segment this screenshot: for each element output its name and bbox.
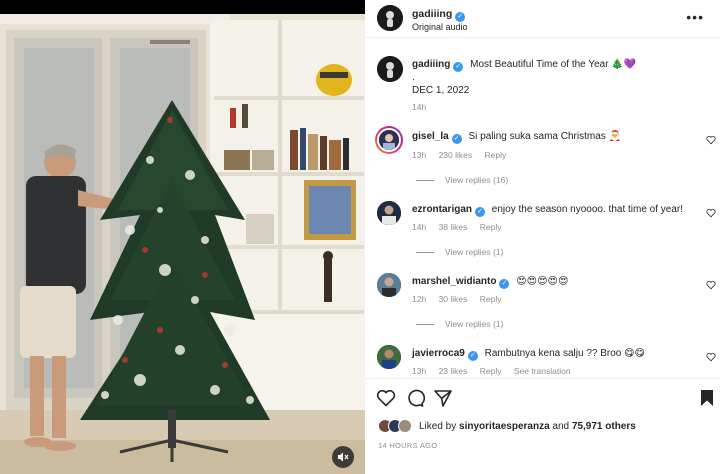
- comment-text: Si paling suka sama Christmas 🎅: [468, 131, 621, 142]
- view-replies-button[interactable]: View replies (16): [416, 175, 508, 185]
- comment-likes[interactable]: 23 likes: [439, 366, 468, 376]
- caption-date: DEC 1, 2022: [412, 85, 470, 96]
- comment-meta: 12h 30 likes Reply: [412, 294, 512, 304]
- liked-by-text: Liked by sinyoritaesperanza and 75,971 o…: [419, 421, 636, 432]
- comment-like-heart-icon[interactable]: [706, 280, 716, 290]
- liked-by-user[interactable]: sinyoritaesperanza: [459, 421, 550, 432]
- replies-divider: [416, 324, 434, 326]
- video-frame-christmas-tree: [0, 0, 365, 474]
- liked-by-avatars[interactable]: [378, 419, 418, 433]
- comment-meta: 13h 23 likes Reply See translation: [412, 366, 581, 376]
- instagram-post: gadiiing ✓ Original audio ••• gadiiing ✓ M…: [0, 0, 720, 474]
- comment-meta: 14h 38 likes Reply: [412, 222, 512, 232]
- caption-line: gadiiing ✓ Most Beautiful Time of the Yea…: [412, 59, 636, 72]
- caption-avatar-image: [377, 56, 403, 82]
- reply-button[interactable]: Reply: [480, 294, 502, 304]
- liked-by-conj: and: [552, 421, 570, 432]
- author-avatar[interactable]: [377, 5, 403, 31]
- comment-username[interactable]: ezrontarigan: [412, 204, 472, 215]
- comment-avatar-image: [377, 273, 401, 297]
- comment-avatar[interactable]: [377, 273, 401, 297]
- comment-avatar-image: [379, 130, 399, 150]
- post-details-panel: gadiiing ✓ Original audio ••• gadiiing ✓ M…: [365, 0, 720, 474]
- verified-badge-icon: ✓: [467, 351, 478, 361]
- reply-button[interactable]: Reply: [480, 366, 502, 376]
- comment-username[interactable]: marshel_widianto: [412, 276, 496, 287]
- comment-avatar: [377, 128, 401, 152]
- verified-badge-icon: ✓: [455, 12, 466, 22]
- bookmark-icon[interactable]: [697, 388, 717, 408]
- caption-avatar[interactable]: [377, 56, 403, 82]
- comment-like-heart-icon[interactable]: [706, 352, 716, 362]
- comment-avatar[interactable]: [377, 345, 401, 369]
- replies-divider: [416, 252, 434, 254]
- view-replies-label: View replies (16): [445, 175, 509, 185]
- post-actions-section: Liked by sinyoritaesperanza and 75,971 o…: [365, 378, 720, 474]
- caption-dot: .: [412, 72, 415, 83]
- more-dots-icon[interactable]: •••: [686, 9, 704, 25]
- comment-like-heart-icon[interactable]: [706, 208, 716, 218]
- view-replies-button[interactable]: View replies (1): [416, 247, 503, 257]
- see-translation-button[interactable]: See translation: [514, 366, 571, 376]
- comment-time[interactable]: 13h: [412, 366, 426, 376]
- comment-likes[interactable]: 230 likes: [439, 150, 473, 160]
- verified-badge-icon: ✓: [453, 62, 464, 72]
- caption-username[interactable]: gadiiing: [412, 59, 450, 70]
- heart-icon[interactable]: [376, 388, 396, 408]
- view-replies-label: View replies (1): [445, 319, 504, 329]
- author-username[interactable]: gadiiing: [412, 8, 452, 20]
- post-video[interactable]: [0, 0, 365, 474]
- caption-time: 14h: [412, 102, 436, 112]
- verified-badge-icon: ✓: [475, 207, 486, 217]
- comment-line: marshel_widianto ✓ 😍😍😍😍😍: [412, 276, 568, 289]
- author-username-row: gadiiing ✓: [412, 8, 466, 22]
- author-avatar-image: [377, 5, 403, 31]
- audio-label[interactable]: Original audio: [412, 22, 468, 32]
- comment-avatar-image: [377, 201, 401, 225]
- comment-time[interactable]: 12h: [412, 294, 426, 304]
- likes-count[interactable]: 75,971 others: [572, 421, 636, 432]
- mute-toggle-button[interactable]: [332, 446, 354, 468]
- comment-line: javierroca9 ✓ Rambutnya kena salju ?? Bro…: [412, 348, 645, 361]
- comment-text: Rambutnya kena salju ?? Broo 😋😋: [484, 348, 645, 359]
- view-replies-button[interactable]: View replies (1): [416, 319, 503, 329]
- comment-username[interactable]: gisel_la: [412, 131, 449, 142]
- comments-scroll-area[interactable]: gadiiing ✓ Most Beautiful Time of the Yea…: [365, 38, 720, 378]
- comment-line: ezrontarigan ✓ enjoy the season nyoooo. t…: [412, 204, 683, 217]
- comment-likes[interactable]: 38 likes: [439, 222, 468, 232]
- comment-time[interactable]: 14h: [412, 222, 426, 232]
- verified-badge-icon: ✓: [451, 134, 462, 144]
- comment-line: gisel_la ✓ Si paling suka sama Christmas …: [412, 131, 621, 144]
- caption-text: Most Beautiful Time of the Year 🎄💜: [470, 59, 637, 70]
- post-header: gadiiing ✓ Original audio •••: [365, 0, 720, 38]
- comment-username[interactable]: javierroca9: [412, 348, 465, 359]
- comment-avatar-image: [377, 345, 401, 369]
- view-replies-label: View replies (1): [445, 247, 504, 257]
- reply-button[interactable]: Reply: [485, 150, 507, 160]
- paper-plane-icon[interactable]: [433, 388, 453, 408]
- reply-button[interactable]: Reply: [480, 222, 502, 232]
- comment-time[interactable]: 13h: [412, 150, 426, 160]
- post-timestamp[interactable]: 14 HOURS AGO: [378, 441, 437, 450]
- comment-text: 😍😍😍😍😍: [516, 276, 569, 287]
- liked-by-prefix: Liked by: [419, 421, 457, 432]
- speaker-muted-icon: [338, 452, 349, 462]
- verified-badge-icon: ✓: [499, 279, 510, 289]
- comment-likes[interactable]: 30 likes: [439, 294, 468, 304]
- comment-like-heart-icon[interactable]: [706, 135, 716, 145]
- replies-divider: [416, 180, 434, 182]
- comment-meta: 13h 230 likes Reply: [412, 150, 516, 160]
- comment-text: enjoy the season nyoooo. that time of ye…: [491, 204, 684, 215]
- comment-avatar[interactable]: [377, 201, 401, 225]
- comment-icon[interactable]: [405, 388, 425, 408]
- liker-avatar: [398, 419, 412, 433]
- caption-timestamp[interactable]: 14h: [412, 102, 426, 112]
